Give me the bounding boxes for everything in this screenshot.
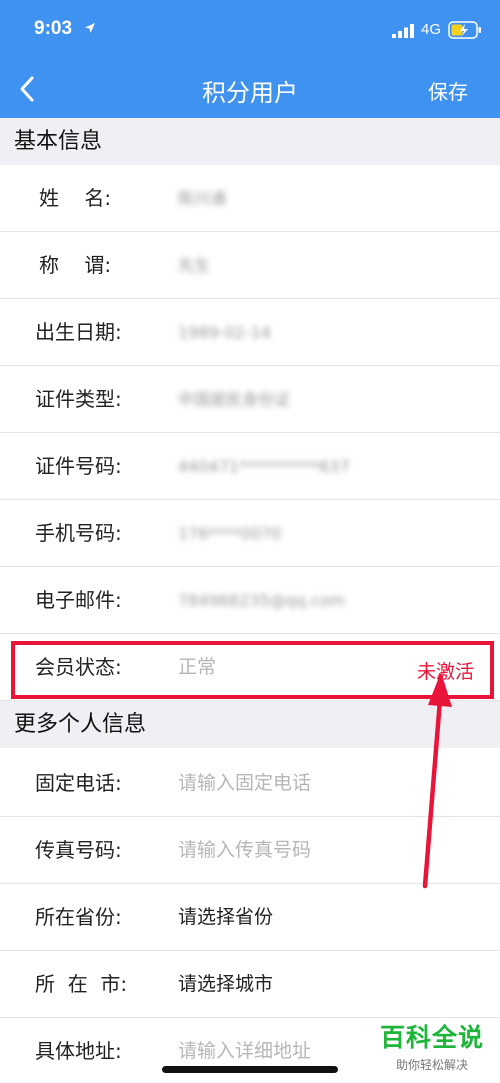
field-row-name[interactable]: 姓 名: 陈兴通 — [0, 165, 500, 232]
top-bar: 9:03 4G 积分用户 保存 — [0, 0, 500, 118]
field-label: 姓 名: — [39, 186, 112, 210]
field-value-birthdate: 1989-02-14 — [178, 323, 271, 342]
field-row-province[interactable]: 所在省份: 请选择省份 — [0, 884, 500, 951]
field-value-phone: 176****0070 — [178, 524, 282, 543]
landline-input[interactable]: 请输入固定电话 — [178, 750, 311, 817]
field-value-name: 陈兴通 — [178, 189, 227, 208]
field-label: 所在省份: — [35, 905, 122, 929]
status-time: 9:03 — [34, 18, 73, 39]
field-row-birthdate[interactable]: 出生日期: 1989-02-14 — [0, 299, 500, 366]
field-label: 证件类型: — [35, 387, 122, 411]
home-indicator[interactable] — [162, 1066, 338, 1073]
field-row-id-number[interactable]: 证件号码: 440471**********637 — [0, 433, 500, 500]
status-bar: 9:03 4G — [0, 0, 500, 60]
city-select[interactable]: 请选择城市 — [178, 951, 273, 1018]
field-value-id-number: 440471**********637 — [178, 457, 350, 476]
address-input[interactable]: 请输入详细地址 — [178, 1018, 311, 1083]
field-label: 证件号码: — [35, 454, 122, 478]
field-label: 固定电话: — [35, 771, 122, 795]
field-label: 电子邮件: — [35, 588, 122, 612]
section-more-info: 更多个人信息 — [0, 701, 500, 748]
field-row-title[interactable]: 称 谓: 先生 — [0, 232, 500, 299]
field-label: 传真号码: — [35, 838, 122, 862]
field-row-id-type[interactable]: 证件类型: 中国居民身份证 — [0, 366, 500, 433]
battery-icon — [448, 21, 481, 39]
field-label: 出生日期: — [35, 320, 122, 344]
field-row-email[interactable]: 电子邮件: 784968235@qq.com — [0, 567, 500, 634]
signal-icon — [392, 24, 414, 38]
field-label: 手机号码: — [35, 521, 122, 545]
field-label: 称 谓: — [39, 253, 112, 277]
section-basic-info: 基本信息 — [0, 118, 500, 165]
network-type: 4G — [421, 21, 442, 38]
province-select[interactable]: 请选择省份 — [178, 884, 273, 951]
field-label: 具体地址: — [35, 1039, 122, 1063]
field-label: 所 在 市: — [35, 972, 128, 996]
field-value-email: 784968235@qq.com — [178, 591, 346, 610]
location-arrow-icon — [85, 23, 95, 33]
inactive-annotation: 未激活 — [417, 661, 475, 683]
field-row-fax[interactable]: 传真号码: 请输入传真号码 — [0, 817, 500, 884]
watermark-title: 百科全说 — [379, 1023, 484, 1052]
nav-bar: 积分用户 保存 — [0, 60, 500, 118]
page-title: 积分用户 — [202, 79, 298, 107]
field-row-landline[interactable]: 固定电话: 请输入固定电话 — [0, 750, 500, 817]
fax-input[interactable]: 请输入传真号码 — [178, 817, 311, 884]
field-row-phone[interactable]: 手机号码: 176****0070 — [0, 500, 500, 567]
save-button[interactable]: 保存 — [428, 76, 468, 105]
field-value-id-type: 中国居民身份证 — [178, 390, 291, 409]
field-value-title: 先生 — [178, 256, 211, 275]
field-row-city[interactable]: 所 在 市: 请选择城市 — [0, 951, 500, 1018]
watermark: 百科全说 助你轻松解决 — [372, 1018, 492, 1073]
watermark-subtitle: 助你轻松解决 — [395, 1058, 468, 1072]
